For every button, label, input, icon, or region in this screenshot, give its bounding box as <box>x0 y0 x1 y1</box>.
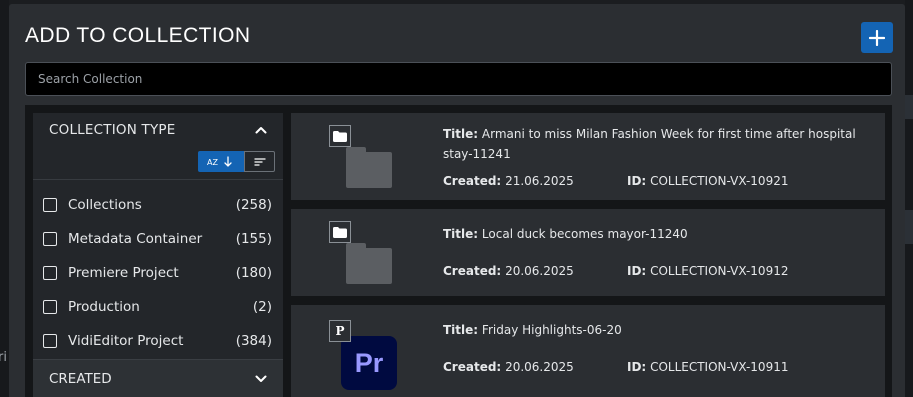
option-count: (2) <box>252 299 272 315</box>
title-key: Title: <box>443 227 479 241</box>
sort-toggle: AZ <box>198 151 275 172</box>
title-key: Title: <box>443 323 479 337</box>
id-field: ID: COLLECTION-VX-10912 <box>627 264 788 278</box>
checkbox[interactable] <box>43 266 57 280</box>
folder-icon <box>329 125 351 147</box>
option-name: Metadata Container <box>68 231 203 247</box>
filter-option-production[interactable]: Production (2) <box>33 290 283 324</box>
sort-alpha-icon-text: AZ <box>207 158 218 167</box>
background-bar <box>905 210 913 244</box>
background-page-left: ri <box>0 0 9 397</box>
id-field: ID: COLLECTION-VX-10921 <box>627 174 788 188</box>
add-collection-button[interactable] <box>861 22 893 53</box>
id-key: ID: <box>627 360 647 374</box>
created-field: Created: 20.06.2025 <box>443 360 574 374</box>
option-name: Production <box>68 299 140 315</box>
id-key: ID: <box>627 264 647 278</box>
created-value: 20.06.2025 <box>505 360 574 374</box>
collection-card[interactable]: Title: Armani to miss Milan Fashion Week… <box>291 113 885 200</box>
filter-panel: COLLECTION TYPE AZ Collections (258) Met… <box>33 113 283 397</box>
option-count: (180) <box>235 265 272 281</box>
card-title: Title: Armani to miss Milan Fashion Week… <box>443 124 863 164</box>
folder-shape <box>346 248 392 284</box>
collection-type-label: COLLECTION TYPE <box>49 122 176 138</box>
background-bar <box>905 95 913 119</box>
option-count: (258) <box>235 197 272 213</box>
title-value: Armani to miss Milan Fashion Week for fi… <box>443 127 856 161</box>
card-title: Title: Friday Highlights-06-20 <box>443 320 863 340</box>
collection-card[interactable]: Pr P Title: Friday Highlights-06-20 Crea… <box>291 305 885 397</box>
checkbox[interactable] <box>43 198 57 212</box>
created-value: 21.06.2025 <box>505 174 574 188</box>
collection-type-header[interactable]: COLLECTION TYPE <box>33 113 283 147</box>
checkbox[interactable] <box>43 334 57 348</box>
created-field: Created: 21.06.2025 <box>443 174 574 188</box>
checkbox[interactable] <box>43 232 57 246</box>
created-value: 20.06.2025 <box>505 264 574 278</box>
sort-alphabetical-button[interactable]: AZ <box>198 151 244 172</box>
premiere-project-icon: Pr <box>341 336 397 390</box>
filter-option-metadata-container[interactable]: Metadata Container (155) <box>33 222 283 256</box>
search-input[interactable] <box>25 62 892 96</box>
plus-icon <box>869 29 885 46</box>
id-value: COLLECTION-VX-10921 <box>650 174 789 188</box>
card-title: Title: Local duck becomes mayor-11240 <box>443 224 863 244</box>
id-value: COLLECTION-VX-10912 <box>650 264 789 278</box>
created-key: Created: <box>443 174 502 188</box>
background-text: ri <box>0 350 7 365</box>
created-key: Created: <box>443 360 502 374</box>
add-to-collection-dialog: ADD TO COLLECTION COLLECTION TYPE AZ <box>9 4 905 397</box>
collection-thumbnail <box>329 221 393 284</box>
chevron-up-icon <box>255 127 267 134</box>
option-name: Collections <box>68 197 142 213</box>
created-label: CREATED <box>49 370 112 387</box>
title-key: Title: <box>443 127 479 141</box>
created-key: Created: <box>443 264 502 278</box>
collection-thumbnail: Pr P <box>329 320 399 392</box>
title-value: Local duck becomes mayor-11240 <box>481 227 688 241</box>
collection-type-options: Collections (258) Metadata Container (15… <box>33 188 283 358</box>
collection-browser: COLLECTION TYPE AZ Collections (258) Met… <box>25 105 892 397</box>
id-value: COLLECTION-VX-10911 <box>650 360 789 374</box>
option-count: (384) <box>235 333 272 349</box>
sort-lines-icon <box>253 157 266 166</box>
folder-icon <box>329 221 351 243</box>
collection-card[interactable]: Title: Local duck becomes mayor-11240 Cr… <box>291 209 885 296</box>
created-filter-header[interactable]: CREATED <box>33 359 283 397</box>
checkbox[interactable] <box>43 300 57 314</box>
id-field: ID: COLLECTION-VX-10911 <box>627 360 788 374</box>
sort-alpha-icon: AZ <box>207 155 232 167</box>
filter-divider <box>33 179 283 180</box>
filter-option-collections[interactable]: Collections (258) <box>33 188 283 222</box>
chevron-down-icon <box>255 375 267 382</box>
option-name: Premiere Project <box>68 265 179 281</box>
sort-lines-button[interactable] <box>244 151 275 172</box>
option-name: VidiEditor Project <box>68 333 184 349</box>
collection-thumbnail <box>329 125 393 188</box>
id-key: ID: <box>627 174 647 188</box>
background-page-right <box>905 0 913 397</box>
filter-option-premiere-project[interactable]: Premiere Project (180) <box>33 256 283 290</box>
title-value: Friday Highlights-06-20 <box>481 323 622 337</box>
filter-option-vidieditor-project[interactable]: VidiEditor Project (384) <box>33 324 283 358</box>
folder-shape <box>346 152 392 188</box>
dialog-title: ADD TO COLLECTION <box>25 24 251 47</box>
option-count: (155) <box>235 231 272 247</box>
created-field: Created: 20.06.2025 <box>443 264 574 278</box>
premiere-badge-icon: P <box>329 320 351 342</box>
